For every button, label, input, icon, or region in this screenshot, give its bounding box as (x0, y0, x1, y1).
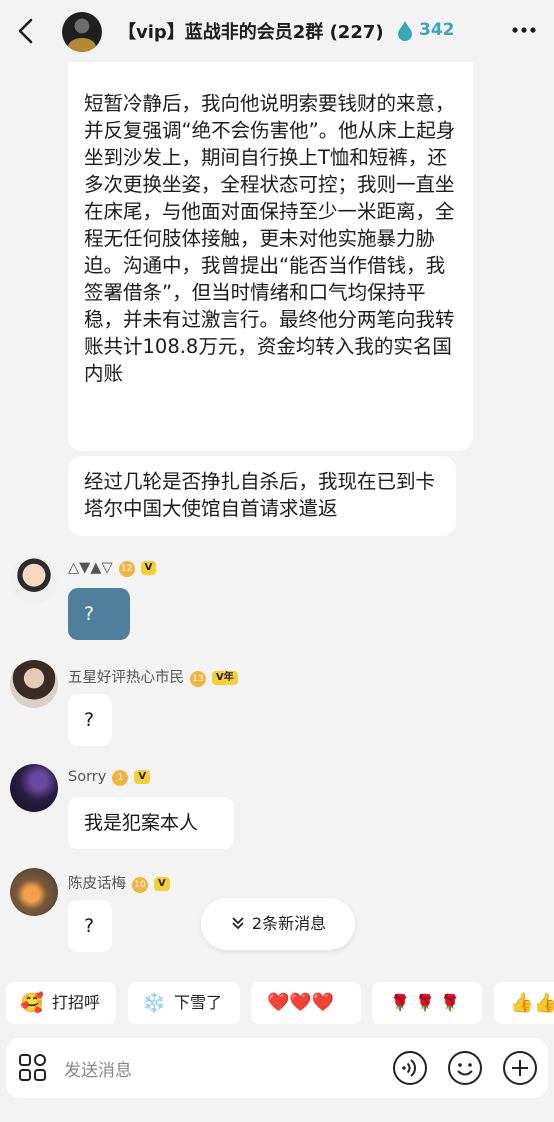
message-text: ? (84, 915, 95, 937)
emoji-icon[interactable] (447, 1050, 483, 1086)
sender-name[interactable]: Sorry 1 V (68, 769, 151, 786)
chip-label: 打招呼 (52, 993, 101, 1012)
avatar[interactable] (10, 764, 58, 812)
sender-name-text: △▼▲▽ (68, 560, 113, 576)
back-arrow-icon[interactable] (12, 14, 40, 48)
level-badge: 12 (118, 561, 135, 577)
new-messages-button[interactable]: 2条新消息 (201, 898, 355, 950)
thumbs-up-icon: 👍👍 (510, 992, 554, 1014)
snowflake-icon: ❄️ (142, 992, 166, 1014)
sender-name[interactable]: 陈皮话梅 10 V (68, 872, 170, 893)
sender-name[interactable]: △▼▲▽ 12 V (68, 560, 157, 577)
sender-name[interactable]: 五星好评热心市民 13 V年 (68, 666, 238, 687)
level-badge: 1 (112, 770, 129, 786)
avatar[interactable] (10, 868, 58, 916)
quick-reply-bar: 🥰 打招呼 ❄️ 下雪了 ❤️❤️❤️ 🌹 🌹 🌹 👍👍 (0, 980, 554, 1030)
flame-drop-icon (398, 21, 412, 41)
group-avatar[interactable] (62, 12, 102, 52)
new-messages-label: 2条新消息 (251, 914, 327, 933)
message-bubble[interactable]: 短暂冷静后，我向他说明索要钱财的来意，并反复强调“绝不会伤害他”。他从床上起身坐… (68, 50, 473, 451)
sender-name-text: 五星好评热心市民 (68, 670, 184, 686)
avatar[interactable] (10, 660, 58, 708)
double-chevron-down-icon (232, 917, 244, 930)
sender-name-text: 陈皮话梅 (68, 876, 126, 892)
vip-badge: V (140, 561, 157, 575)
message-text: 短暂冷静后，我向他说明索要钱财的来意，并反复强调“绝不会伤害他”。他从床上起身坐… (84, 92, 456, 385)
message-input[interactable]: 发送消息 (64, 1056, 132, 1081)
quick-reply-hearts[interactable]: ❤️❤️❤️ (251, 982, 361, 1024)
quick-reply-snow[interactable]: ❄️ 下雪了 (128, 982, 240, 1024)
message-bubble[interactable]: 经过几轮是否挣扎自杀后，我现在已到卡塔尔中国大使馆自首请求遣返 (68, 456, 456, 536)
message-text: 我是犯案本人 (84, 812, 199, 834)
fire-count: 342 (419, 20, 455, 40)
message-input-bar: 发送消息 (6, 1038, 548, 1098)
quick-reply-roses[interactable]: 🌹 🌹 🌹 (372, 982, 482, 1024)
quick-reply-greet[interactable]: 🥰 打招呼 (6, 982, 116, 1024)
message-bubble[interactable]: ? (68, 900, 112, 952)
level-badge: 13 (190, 671, 206, 687)
group-title[interactable]: 【vip】蓝战非的会员2群 (227) (118, 18, 384, 44)
message-bubble[interactable]: ? (68, 588, 130, 640)
message-bubble[interactable]: 我是犯案本人 (68, 797, 234, 849)
hearts-icon: ❤️❤️❤️ (267, 992, 335, 1013)
smiling-face-icon: 🥰 (20, 992, 44, 1014)
sender-name-text: Sorry (68, 769, 107, 785)
level-badge: 10 (132, 877, 148, 893)
apps-grid-icon[interactable] (18, 1053, 48, 1083)
voice-icon[interactable] (392, 1050, 428, 1086)
message-text: 经过几轮是否挣扎自杀后，我现在已到卡塔尔中国大使馆自首请求遣返 (84, 470, 436, 520)
vip-badge: V年 (212, 671, 238, 685)
quick-reply-thumbs[interactable]: 👍👍 (494, 982, 554, 1024)
roses-icon: 🌹 🌹 🌹 (390, 993, 460, 1012)
message-text: ? (84, 603, 95, 625)
more-options-icon[interactable] (510, 18, 538, 42)
chip-label: 下雪了 (174, 993, 223, 1012)
vip-badge: V (154, 877, 170, 891)
vip-badge: V (134, 770, 151, 784)
add-icon[interactable] (502, 1050, 538, 1086)
chat-header: 【vip】蓝战非的会员2群 (227) 342 (0, 0, 554, 62)
avatar[interactable] (10, 556, 58, 604)
message-text: ? (84, 709, 95, 731)
message-bubble[interactable]: ? (68, 694, 112, 746)
